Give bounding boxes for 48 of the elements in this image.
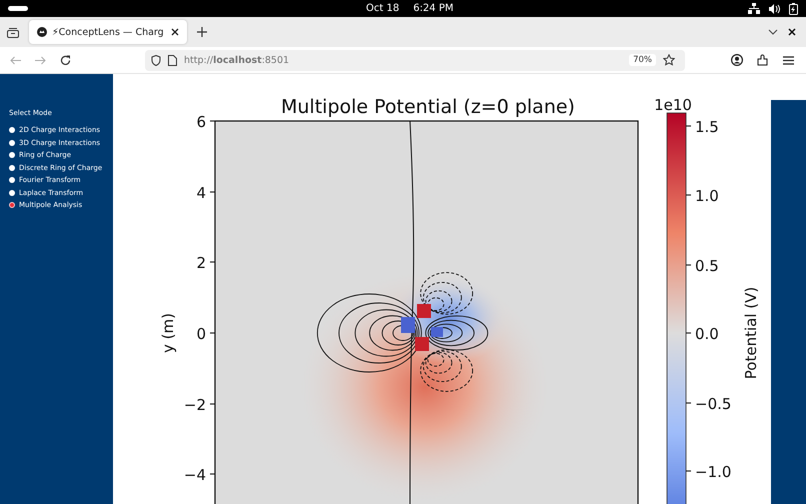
url-text: http://localhost:8501 [184, 54, 290, 66]
site-icon [37, 27, 47, 37]
radio-dot[interactable] [9, 190, 15, 196]
y-tick-label: 2 [196, 254, 206, 272]
radio-dot[interactable] [9, 152, 15, 158]
activities-icon[interactable] [8, 6, 28, 11]
radio-dot[interactable] [9, 177, 15, 184]
shield-icon [151, 54, 161, 66]
browser-tab[interactable]: ⚡ConceptLens — Charg [29, 20, 187, 44]
new-tab-icon[interactable] [197, 27, 207, 37]
volume-icon[interactable] [769, 4, 780, 14]
menu-icon[interactable] [783, 56, 794, 64]
colorbar-offset-label: 1e10 [654, 97, 692, 114]
close-icon[interactable] [788, 28, 796, 36]
battery-icon[interactable] [789, 2, 798, 14]
page-icon [168, 54, 177, 66]
tab-title: ⚡ConceptLens — Charg [52, 26, 165, 38]
colorbar-tick-label: 0.0 [695, 325, 719, 343]
colorbar-tick-label: 1.5 [695, 118, 719, 136]
colorbar-tick-label: −1.0 [695, 463, 732, 481]
radio-dot[interactable] [9, 202, 15, 208]
network-icon[interactable] [748, 3, 760, 14]
y-tick-label: 6 [196, 113, 206, 131]
reload-icon[interactable] [60, 54, 71, 66]
charge-cells [401, 304, 443, 351]
y-tick-label: −4 [184, 466, 206, 484]
account-icon[interactable] [731, 54, 743, 66]
zoom-level[interactable]: 70% [629, 54, 656, 66]
colorbar-tick-label: 1.0 [695, 187, 719, 205]
tab-overview-icon[interactable] [7, 26, 19, 38]
y-axis-label: y (m) [159, 313, 177, 353]
close-icon[interactable] [171, 28, 179, 36]
radio-dot[interactable] [9, 127, 15, 134]
y-tick-label: 4 [196, 184, 206, 202]
colorbar-label: Potential (V) [742, 286, 760, 380]
star-icon[interactable] [663, 54, 675, 66]
date-text: Oct 18 [366, 3, 400, 14]
time-text: 6:24 PM [413, 3, 454, 14]
radio-dot[interactable] [9, 164, 15, 171]
radio-dot[interactable] [9, 140, 15, 146]
plot-title: Multipole Potential (z=0 plane) [281, 97, 575, 118]
colorbar-tick-label: −0.5 [695, 395, 732, 413]
colorbar-tick-label: 0.5 [695, 257, 719, 275]
y-tick-label: −2 [184, 396, 206, 414]
y-tick-label: 0 [196, 325, 206, 343]
extensions-icon[interactable] [757, 54, 769, 66]
address-bar[interactable]: http://localhost:8501 70% [145, 50, 685, 70]
chevron-down-icon[interactable] [768, 29, 778, 35]
